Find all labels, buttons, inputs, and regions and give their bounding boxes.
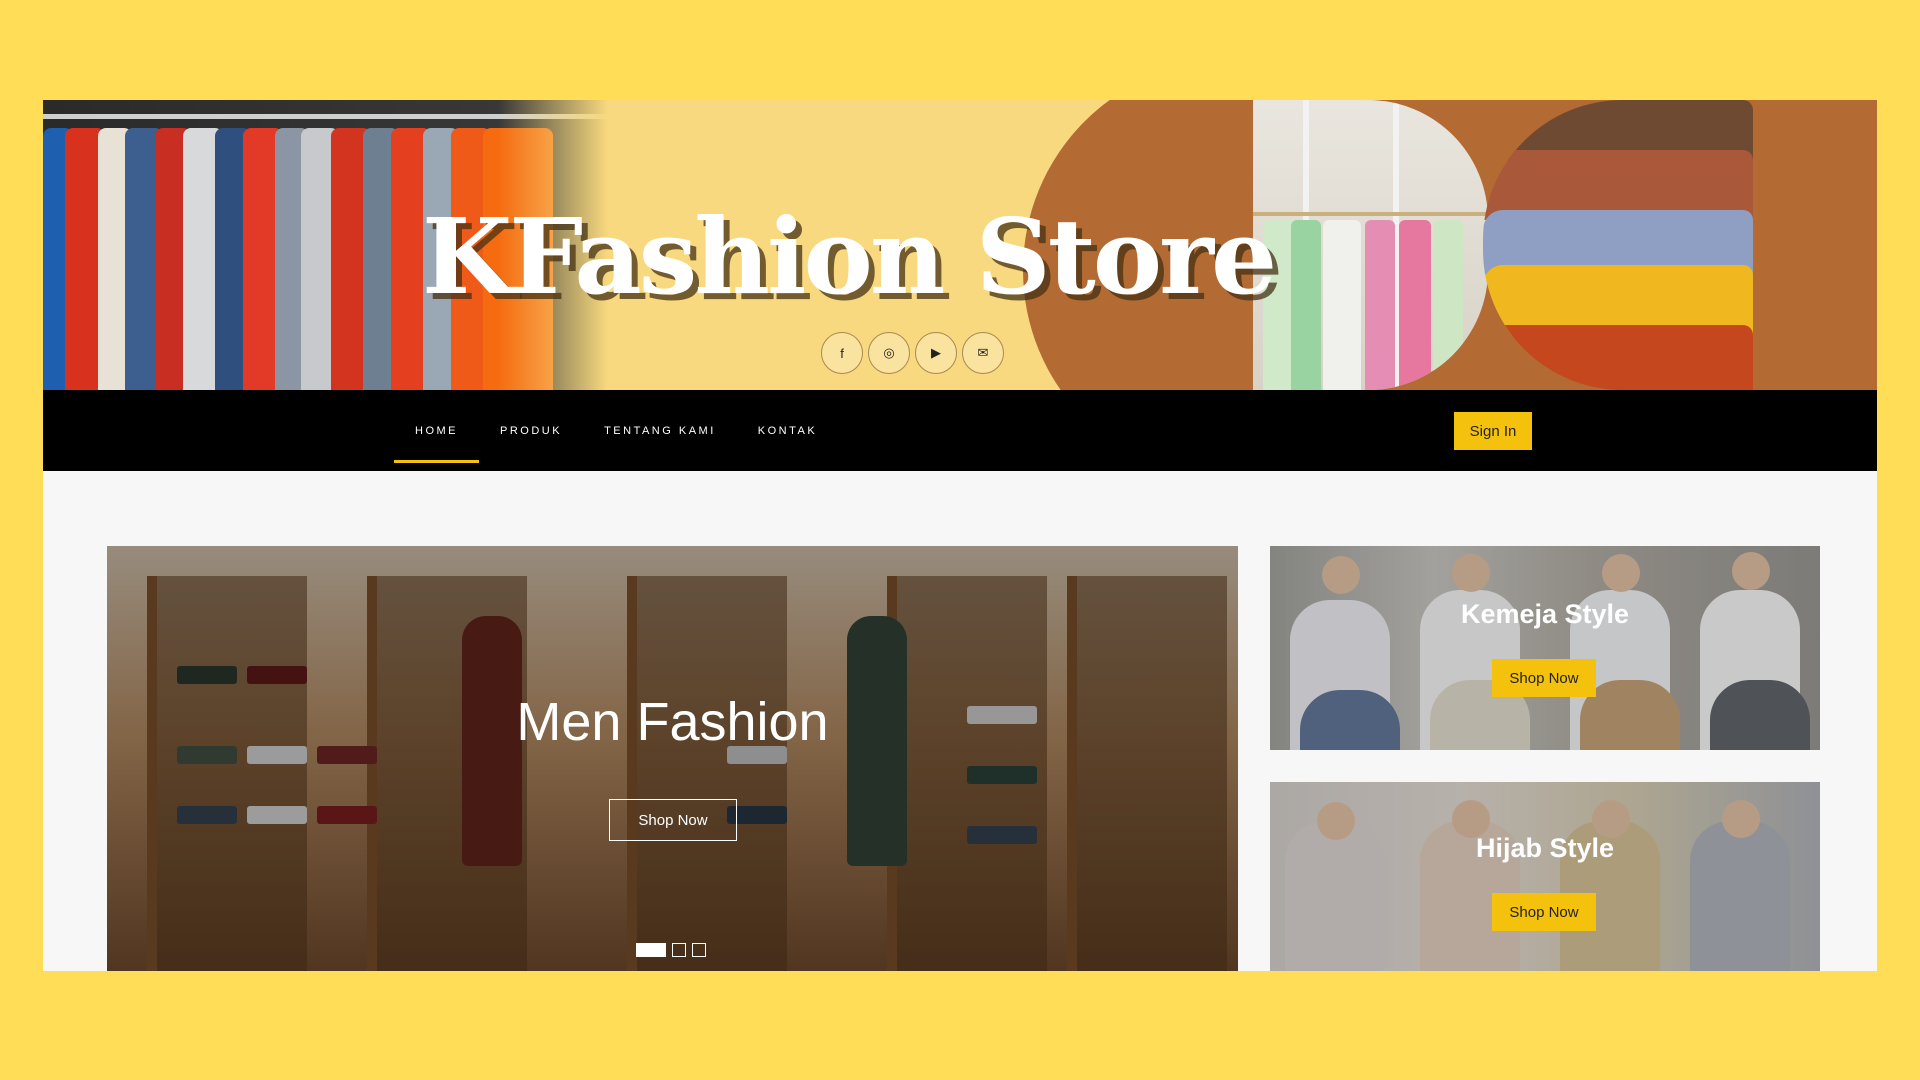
- kemeja-shop-now-button[interactable]: Shop Now: [1492, 659, 1596, 697]
- social-links: f ◎ ▶ ✉: [821, 332, 1004, 374]
- hero-title: Men Fashion: [516, 692, 829, 752]
- brand-title: KFashion Store: [421, 195, 1277, 318]
- nav-item-kontak[interactable]: KONTAK: [737, 390, 838, 471]
- kemeja-style-card: Kemeja Style Shop Now: [1270, 546, 1820, 750]
- nav-item-home[interactable]: HOME: [394, 390, 479, 471]
- slide-indicator-2[interactable]: [672, 943, 686, 957]
- hero-slider: Men Fashion Shop Now: [107, 546, 1238, 971]
- sign-in-button[interactable]: Sign In: [1454, 412, 1532, 450]
- main-nav: HOME PRODUK TENTANG KAMI KONTAK Sign In: [43, 390, 1877, 471]
- nav-links: HOME PRODUK TENTANG KAMI KONTAK: [394, 390, 838, 471]
- hijab-style-card: Hijab Style Shop Now: [1270, 782, 1820, 971]
- slide-indicator-1[interactable]: [636, 943, 666, 957]
- nav-item-produk[interactable]: PRODUK: [479, 390, 583, 471]
- kemeja-card-title: Kemeja Style: [1460, 599, 1630, 629]
- slider-indicators: [636, 943, 706, 957]
- hijab-card-title: Hijab Style: [1475, 833, 1615, 863]
- folded-fabric-image: [1483, 100, 1753, 390]
- facebook-icon[interactable]: f: [821, 332, 863, 374]
- hero-shop-now-button[interactable]: Shop Now: [609, 799, 737, 841]
- hijab-shop-now-button[interactable]: Shop Now: [1492, 893, 1596, 931]
- mail-icon[interactable]: ✉: [962, 332, 1004, 374]
- page-frame: KFashion Store f ◎ ▶ ✉ HOME PRODUK TENTA…: [43, 100, 1877, 971]
- header-banner: KFashion Store f ◎ ▶ ✉: [43, 100, 1877, 390]
- slide-indicator-3[interactable]: [692, 943, 706, 957]
- nav-item-tentang-kami[interactable]: TENTANG KAMI: [583, 390, 737, 471]
- instagram-icon[interactable]: ◎: [868, 332, 910, 374]
- boutique-image: [1253, 100, 1488, 390]
- youtube-icon[interactable]: ▶: [915, 332, 957, 374]
